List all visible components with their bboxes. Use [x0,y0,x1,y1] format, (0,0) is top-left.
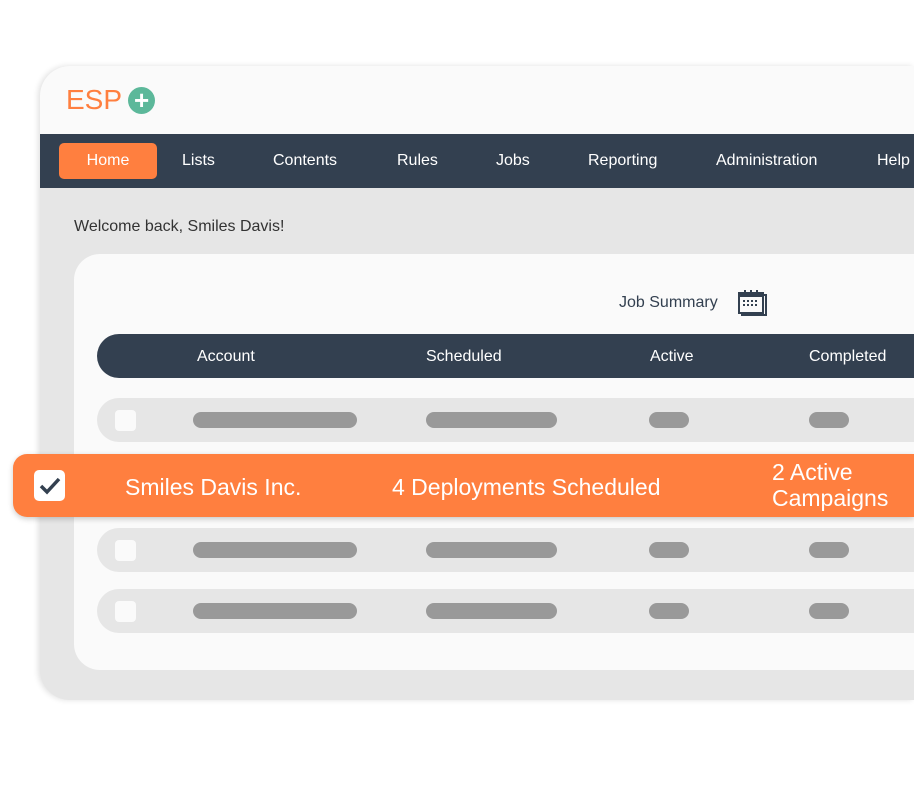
col-scheduled[interactable]: Scheduled [426,348,502,366]
placeholder-bar [809,412,849,428]
placeholder-bar [193,542,357,558]
row-scheduled: 4 Deployments Scheduled [392,474,661,500]
nav-lists[interactable]: Lists [182,143,215,179]
row-checkbox[interactable] [115,410,136,431]
row-checkbox[interactable] [115,601,136,622]
nav-rules[interactable]: Rules [397,143,438,179]
nav-jobs[interactable]: Jobs [496,143,530,179]
nav-help[interactable]: Help [877,143,910,179]
placeholder-bar [426,412,557,428]
placeholder-bar [809,542,849,558]
nav-administration[interactable]: Administration [716,143,817,179]
welcome-message: Welcome back, Smiles Davis! [74,218,285,235]
placeholder-bar [193,603,357,619]
col-completed[interactable]: Completed [809,348,886,366]
placeholder-bar [649,542,689,558]
row-checkbox[interactable] [115,540,136,561]
nav-contents[interactable]: Contents [273,143,337,179]
plus-circle-icon: + [128,86,156,114]
job-summary-title: Job Summary [619,294,718,311]
table-row[interactable] [97,398,914,442]
table-row[interactable] [97,589,914,633]
row-account: Smiles Davis Inc. [125,474,302,500]
calendar-icon[interactable] [737,290,768,316]
placeholder-bar [426,603,557,619]
row-active: 2 Active Campaigns [772,459,889,512]
header: ESP + [40,66,914,134]
selected-row[interactable]: Smiles Davis Inc. 4 Deployments Schedule… [13,454,914,517]
placeholder-bar [649,412,689,428]
placeholder-bar [649,603,689,619]
col-account[interactable]: Account [197,348,255,366]
app-window: ESP + Home Lists Contents Rules Jobs Rep… [40,66,914,700]
placeholder-bar [809,603,849,619]
nav-reporting[interactable]: Reporting [588,143,657,179]
nav-home[interactable]: Home [59,143,157,179]
table-header: Account Scheduled Active Completed [97,334,914,378]
logo: ESP [66,84,123,115]
nav-bar: Home Lists Contents Rules Jobs Reporting… [40,134,914,188]
table-row[interactable] [97,528,914,572]
row-checkbox-checked[interactable] [34,470,65,501]
placeholder-bar [426,542,557,558]
col-active[interactable]: Active [650,348,694,366]
checkmark-icon [39,477,60,495]
placeholder-bar [193,412,357,428]
